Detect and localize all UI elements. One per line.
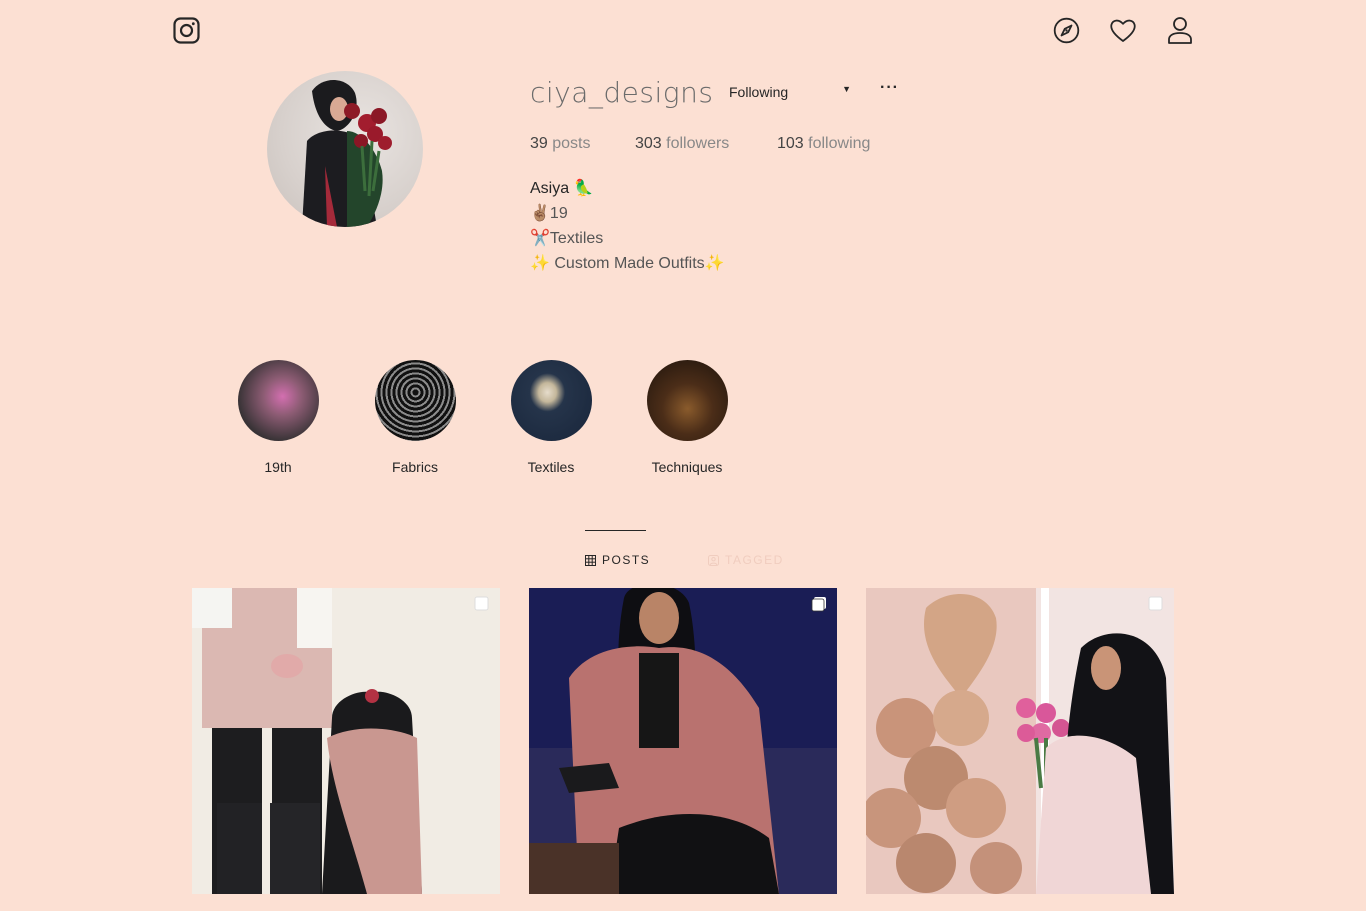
bio-line-age: ✌🏽19 [530,205,568,222]
highlight-thumbnail [646,360,728,441]
following-dropdown[interactable]: Following ▼ [729,84,854,104]
top-navigation-bar [0,0,1366,62]
post-thumbnail[interactable] [192,588,500,894]
post-image [866,588,1174,894]
highlight-label: Textiles [527,459,575,475]
post-thumbnail[interactable] [529,588,837,894]
active-tab-indicator [585,530,646,531]
highlight-thumbnail [237,360,319,441]
bio-line-textiles: ✂️Textiles [530,230,604,247]
multiple-photos-icon [811,597,826,612]
heart-icon[interactable] [1109,17,1137,44]
story-highlight-19th[interactable]: 19th [223,360,333,475]
posts-count: 39 posts [530,135,591,152]
following-link[interactable]: 103 following [777,135,870,153]
instagram-logo-icon[interactable] [173,17,200,44]
story-highlight-textiles[interactable]: Textiles [496,360,606,475]
story-highlight-fabrics[interactable]: Fabrics [360,360,470,475]
tagged-user-icon [708,554,719,566]
dropdown-arrow-icon: ▼ [842,84,851,94]
post-image [192,588,500,894]
highlight-label: Fabrics [392,459,438,475]
profile-user-icon[interactable] [1167,16,1193,44]
tab-posts[interactable]: POSTS [585,553,650,567]
bio-name: Asiya 🦜 [530,180,594,197]
highlight-thumbnail [374,360,456,441]
avatar-photo [302,79,392,227]
grid-icon [585,554,596,566]
multiple-photos-icon [474,596,489,611]
highlight-label: Techniques [651,459,723,475]
bio-line-outfits: ✨ Custom Made Outfits✨ [530,255,725,272]
profile-avatar[interactable] [267,71,423,227]
profile-username: ciya_designs [530,76,714,109]
post-image [529,588,837,894]
followers-link[interactable]: 303 followers [635,135,729,153]
compass-icon[interactable] [1053,17,1080,44]
more-options-button[interactable]: ··· [880,79,899,97]
profile-bio: Asiya 🦜 ✌🏽19 ✂️Textiles ✨ Custom Made Ou… [530,176,725,276]
highlight-thumbnail [510,360,592,441]
tab-tagged-label: TAGGED [725,553,784,567]
tab-tagged[interactable]: TAGGED [708,553,784,567]
following-dropdown-label: Following [729,84,789,100]
post-thumbnail[interactable] [866,588,1174,894]
tab-posts-label: POSTS [602,553,651,567]
story-highlight-techniques[interactable]: Techniques [632,360,742,475]
multiple-photos-icon [1148,596,1163,611]
highlight-label: 19th [264,459,292,475]
